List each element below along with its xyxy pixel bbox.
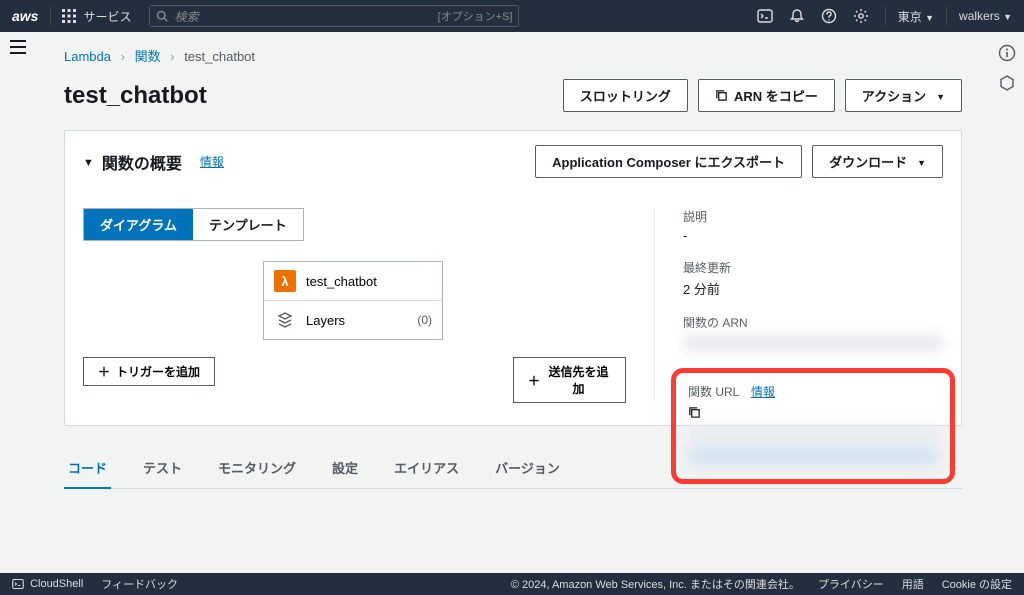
cookies-link[interactable]: Cookie の設定 [942,576,1012,592]
tab-monitoring[interactable]: モニタリング [214,448,300,488]
composer-icon[interactable] [998,74,1016,92]
overview-tabs: ダイアグラム テンプレート [83,208,304,241]
function-box[interactable]: λ test_chatbot Layers (0) [263,261,443,340]
function-url-value-redacted-2 [688,447,938,465]
overview-info-link[interactable]: 情報 [200,153,224,170]
tab-diagram[interactable]: ダイアグラム [84,209,193,240]
services-label: サービス [83,8,131,25]
copyright: © 2024, Amazon Web Services, Inc. またはその関… [511,576,800,592]
top-navigation: aws サービス 検索 [オプション+S] 東京 ▼ walkers ▼ [0,0,1024,32]
grid-icon [61,9,77,23]
layers-count: (0) [417,313,432,327]
description-value: - [683,228,943,243]
settings-icon[interactable] [853,8,885,24]
tab-versions[interactable]: バージョン [491,448,564,488]
terms-link[interactable]: 用語 [902,576,924,592]
function-url-value-redacted [688,425,938,443]
help-icon[interactable] [821,8,853,24]
tab-template[interactable]: テンプレート [193,209,303,240]
notifications-icon[interactable] [789,8,821,24]
tab-code[interactable]: コード [64,448,111,489]
breadcrumb-functions[interactable]: 関数 [135,49,161,64]
cloudshell-icon[interactable] [757,8,789,24]
layers-label: Layers [306,313,345,328]
metadata-column: 説明 - 最終更新 2 分前 関数の ARN 関数 URL 情報 [683,208,943,401]
page-title: test_chatbot [64,82,207,110]
last-updated-label: 最終更新 [683,259,943,276]
breadcrumb: Lambda › 関数 › test_chatbot [64,46,962,65]
function-overview-panel: 関数の概要 情報 Application Composer にエクスポート ダウ… [64,130,962,426]
main-content: Lambda › 関数 › test_chatbot test_chatbot … [36,32,990,573]
layers-icon [274,309,296,331]
region-selector[interactable]: 東京 ▼ [886,8,946,25]
add-trigger-button[interactable]: ＋トリガーを追加 [83,357,215,386]
last-updated-value: 2 分前 [683,279,943,298]
tab-test[interactable]: テスト [139,448,186,488]
lambda-icon: λ [274,270,296,292]
copy-url-button[interactable] [688,406,938,419]
account-selector[interactable]: walkers ▼ [947,9,1024,23]
export-composer-button[interactable]: Application Composer にエクスポート [535,145,802,178]
copy-icon [688,406,701,419]
aws-logo[interactable]: aws [0,8,50,24]
breadcrumb-lambda[interactable]: Lambda [64,49,111,64]
arn-label: 関数の ARN [683,314,943,331]
function-url-label: 関数 URL [688,385,739,399]
function-name-label: test_chatbot [306,274,377,289]
throttling-button[interactable]: スロットリング [563,79,688,112]
search-shortcut: [オプション+S] [438,8,513,24]
add-destination-button[interactable]: ＋送信先を追加 [513,357,626,403]
tab-aliases[interactable]: エイリアス [390,448,463,488]
copy-arn-button[interactable]: ARN をコピー [698,79,835,112]
arn-value-redacted [683,334,943,352]
download-button[interactable]: ダウンロード [812,145,943,178]
right-rail [990,32,1024,92]
privacy-link[interactable]: プライバシー [818,576,884,592]
tab-settings[interactable]: 設定 [328,448,362,488]
menu-icon [10,40,26,54]
page-header: test_chatbot スロットリング ARN をコピー アクション [64,79,962,112]
search-input[interactable]: 検索 [オプション+S] [149,5,519,27]
footer: CloudShell フィードバック © 2024, Amazon Web Se… [0,573,1024,595]
overview-title[interactable]: 関数の概要 情報 [83,150,224,174]
search-placeholder: 検索 [174,8,198,25]
function-url-info-link[interactable]: 情報 [751,385,775,399]
feedback-link[interactable]: フィードバック [101,576,178,592]
breadcrumb-current: test_chatbot [184,49,255,64]
copy-icon [715,89,728,102]
diagram-area: λ test_chatbot Layers (0) ＋トリガーを追加 [83,261,626,401]
chevron-down-icon [83,153,94,171]
cloudshell-link[interactable]: CloudShell [12,578,83,590]
services-menu[interactable]: サービス [51,8,141,25]
info-panel-icon[interactable] [998,44,1016,62]
search-icon [156,10,168,22]
hamburger-menu[interactable] [0,32,36,62]
actions-button[interactable]: アクション [845,79,962,112]
function-url-highlight: 関数 URL 情報 [671,368,955,484]
diagram-column: ダイアグラム テンプレート λ test_chatbot Lay [83,208,626,401]
description-label: 説明 [683,208,943,225]
